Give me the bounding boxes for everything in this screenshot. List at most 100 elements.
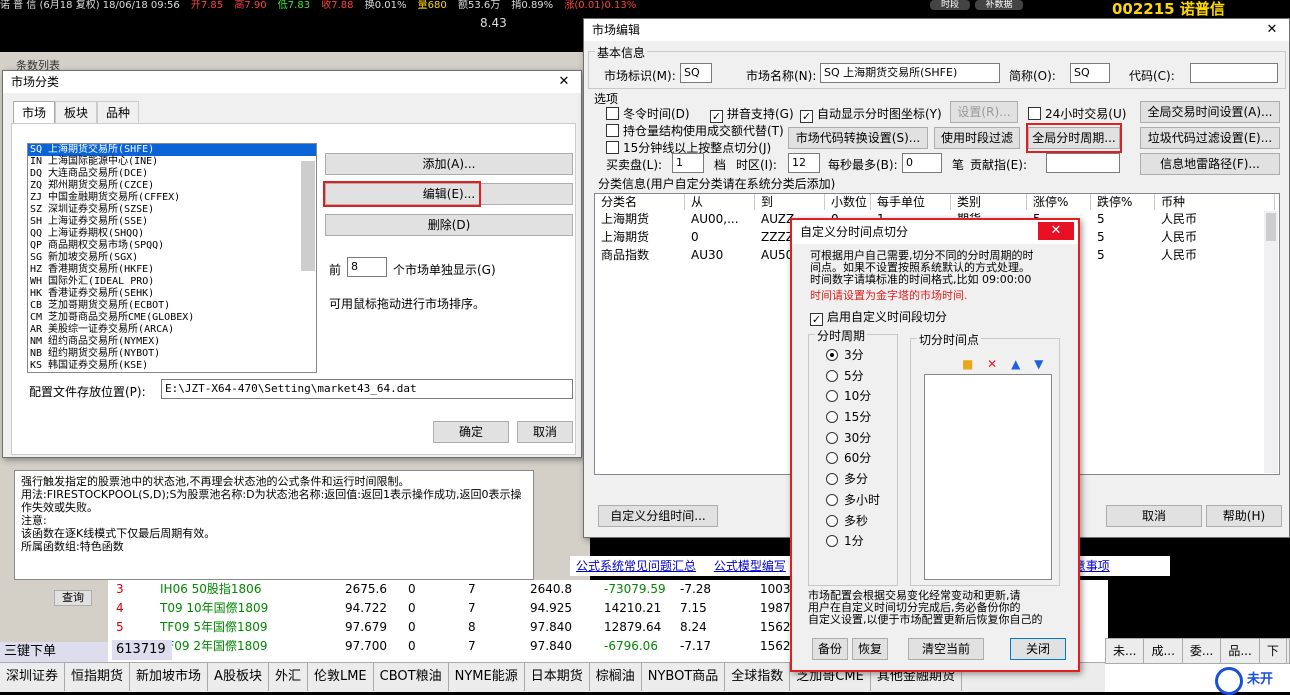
market-tab[interactable]: NYBOT商品 [642,663,726,691]
formula-link[interactable]: 公式模型编写 [714,559,786,573]
right-tab[interactable]: 未... [1106,639,1145,663]
tab-market[interactable]: 市场 [13,101,56,123]
arrow-up-icon[interactable]: ▲ [1011,357,1020,371]
per-sec-input[interactable]: 0 [902,153,942,173]
settings-button[interactable]: 设置(R)... [950,101,1018,123]
market-tab[interactable]: A股板块 [208,663,269,691]
fill-data-button[interactable]: 补数据 [975,0,1023,10]
table-header[interactable]: 类别 [951,194,1027,210]
search-code-box[interactable]: 613719 [112,640,172,660]
table-cell[interactable]: 5 [1091,246,1155,264]
table-scrollbar[interactable] [1264,211,1278,473]
faq-link[interactable]: 公式系统常见问题汇总 [576,559,696,573]
market-tab[interactable]: 恒指期货 [65,663,131,691]
market-list-item[interactable]: QQ 上海证券期权(SHQQ) [28,228,316,240]
position-checkbox[interactable]: 持仓量结构使用成交额代替(T) [606,122,784,139]
contrib-input[interactable] [1046,153,1120,173]
auto-axis-checkbox[interactable]: ✓ 自动显示分时图坐标(Y) [800,105,942,123]
period-radio[interactable]: 多小时 [826,491,880,512]
scrollbar-thumb[interactable] [1266,213,1276,241]
delete-icon[interactable]: ✕ [987,357,997,371]
market-id-input[interactable]: SQ [680,63,712,83]
pinyin-checkbox[interactable]: ✓ 拼音支持(G) [710,105,794,123]
market-list-item[interactable]: AR 美股综一证券交易所(ARCA) [28,324,316,336]
cancel-button[interactable]: 取消 [517,421,573,443]
clear-current-button[interactable]: 清空当前 [908,638,984,660]
market-list-item[interactable]: SH 上海证券交易所(SSE) [28,216,316,228]
use-period-filter-button[interactable]: 使用时段过滤 [934,127,1020,149]
market-list-item[interactable]: HK 香港证券交易所(SEHK) [28,288,316,300]
table-header[interactable]: 币种 [1155,194,1275,210]
period-radio[interactable]: 1分 [826,532,880,553]
tab-sector[interactable]: 板块 [55,101,98,123]
cutpoint-list[interactable] [924,374,1052,580]
hotkey-label[interactable]: 三键下单 [0,642,108,662]
market-list-item[interactable]: WH 国际外汇(IDEAL PRO) [28,276,316,288]
delete-button[interactable]: 删除(D) [325,214,573,236]
market-tab[interactable]: 棕榈油 [590,663,642,691]
code-convert-button[interactable]: 市场代码转换设置(S)... [788,127,928,149]
cancel-button[interactable]: 取消 [1106,505,1202,527]
market-tab[interactable]: 伦敦LME [308,663,374,691]
table-cell[interactable]: 5 [1091,228,1155,246]
restore-button[interactable]: 恢复 [852,638,888,660]
market-list[interactable]: SQ 上海期货交易所(SHFE) IN 上海国际能源中心(INE) DQ 大连商品交… [27,143,317,373]
period-radio[interactable]: 3分 [826,346,880,367]
junk-filter-button[interactable]: 垃圾代码过滤设置(E)... [1140,127,1280,149]
folder-icon[interactable]: ■ [962,357,973,371]
24h-checkbox[interactable]: 24小时交易(U) [1028,105,1126,122]
table-header[interactable]: 跌停% [1091,194,1155,210]
market-list-item[interactable]: NM 纽约商品交易所(NYMEX) [28,336,316,348]
market-list-item[interactable]: QP 商品期权交易市场(SPQQ) [28,240,316,252]
market-tab[interactable]: NYME能源 [449,663,525,691]
close-icon[interactable]: ✕ [1038,222,1074,240]
market-list-item[interactable]: DQ 大连商品交易所(DCE) [28,168,316,180]
market-tab[interactable]: 外汇 [269,663,308,691]
help-button[interactable]: 帮助(H) [1206,505,1282,527]
table-cell[interactable]: 上海期货 [595,210,685,228]
config-path-input[interactable]: E:\JZT-X64-470\Setting\market43_64.dat [161,379,573,399]
table-cell[interactable]: 上海期货 [595,228,685,246]
market-list-item[interactable]: HZ 香港期货交易所(HKFE) [28,264,316,276]
query-button[interactable]: 查询 [54,590,92,606]
market-list-item[interactable]: CB 芝加哥期货交易所(ECBOT) [28,300,316,312]
market-list-item[interactable]: ZQ 郑州期货交易所(CZCE) [28,180,316,192]
right-tab[interactable]: 品... [1221,639,1260,663]
period-radio[interactable]: 多分 [826,470,880,491]
info-mine-path-button[interactable]: 信息地雷路径(F)... [1140,153,1280,175]
period-button[interactable]: 时段 [930,0,970,10]
timezone-input[interactable]: 12 [788,153,820,173]
table-cell[interactable]: 0 [685,228,755,246]
ok-button[interactable]: 确定 [433,421,509,443]
scrollbar-thumb[interactable] [301,161,315,271]
buysell-input[interactable]: 1 [672,153,704,173]
market-tab[interactable]: 新加坡市场 [130,663,209,691]
code-input[interactable] [1190,63,1278,83]
table-cell[interactable]: 人民币 [1155,246,1275,264]
enable-custom-checkbox[interactable]: ✓ 启用自定义时间段切分 [810,308,947,326]
market-list-item[interactable]: SQ 上海期货交易所(SHFE) [28,144,316,156]
period-radio[interactable]: 15分 [826,408,880,429]
abbr-input[interactable]: SQ [1070,63,1110,83]
backup-button[interactable]: 备份 [812,638,848,660]
market-tab[interactable]: CBOT粮油 [374,663,449,691]
market-list-item[interactable]: KS 韩国证券交易所(KSE) [28,360,316,372]
period-radio[interactable]: 多秒 [826,512,880,533]
close-icon[interactable]: ✕ [551,73,577,91]
table-cell[interactable]: AU30 [685,246,755,264]
close-icon[interactable]: ✕ [1259,21,1285,39]
market-tab[interactable]: 全球指数 [725,663,791,691]
market-list-item[interactable]: SG 新加坡交易所(SGX) [28,252,316,264]
period-radio[interactable]: 60分 [826,449,880,470]
market-list-item[interactable]: IN 上海国际能源中心(INE) [28,156,316,168]
period-radio[interactable]: 30分 [826,429,880,450]
right-tab[interactable]: 下 [1260,639,1287,663]
table-cell[interactable]: 人民币 [1155,210,1275,228]
tab-variety[interactable]: 品种 [97,101,140,123]
table-cell[interactable]: 人民币 [1155,228,1275,246]
period-radio[interactable]: 5分 [826,367,880,388]
market-tab[interactable]: 日本期货 [525,663,590,691]
table-cell[interactable]: AU00,... [685,210,755,228]
table-header[interactable]: 从 [685,194,755,210]
market-count-input[interactable]: 8 [347,257,387,277]
